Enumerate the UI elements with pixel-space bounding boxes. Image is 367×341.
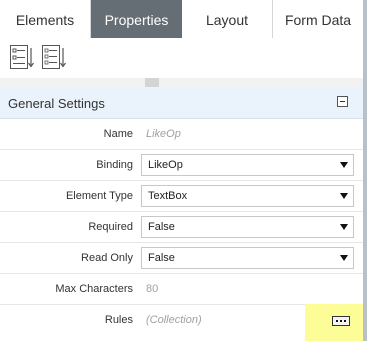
dropdown-arrow-icon <box>340 162 348 168</box>
dropdown-arrow-icon <box>340 193 348 199</box>
property-row-max-characters: Max Characters 80 <box>0 274 363 305</box>
rules-value: (Collection) <box>146 314 202 326</box>
property-row-read-only: Read Only False <box>0 243 363 274</box>
splitter-grip[interactable] <box>145 78 159 87</box>
general-settings-header[interactable]: General Settings <box>0 87 363 119</box>
property-row-element-type: Element Type TextBox <box>0 181 363 212</box>
tab-layout[interactable]: Layout <box>182 0 273 38</box>
select-value: False <box>148 221 175 233</box>
property-toolbar <box>0 38 363 78</box>
select-value: False <box>148 252 175 264</box>
panel-border <box>363 0 367 341</box>
required-select[interactable]: False <box>141 216 354 238</box>
property-label: Read Only <box>81 252 133 264</box>
property-row-name: Name LikeOp <box>0 119 363 150</box>
rules-ellipsis-button[interactable] <box>332 316 350 326</box>
element-type-select[interactable]: TextBox <box>141 185 354 207</box>
dropdown-arrow-icon <box>340 224 348 230</box>
property-label: Required <box>88 221 133 233</box>
ellipsis-icon <box>340 320 342 322</box>
property-label: Element Type <box>65 190 133 202</box>
tab-form-data[interactable]: Form Data <box>273 0 363 38</box>
collapse-minus-icon[interactable] <box>337 96 348 107</box>
categorized-view-icon <box>10 45 34 69</box>
dropdown-arrow-icon <box>340 255 348 261</box>
section-title: General Settings <box>8 96 105 111</box>
property-label: Max Characters <box>55 283 133 295</box>
binding-select[interactable]: LikeOp <box>141 154 354 176</box>
select-value: LikeOp <box>148 159 183 171</box>
property-label: Binding <box>96 159 133 171</box>
panel-splitter[interactable] <box>0 78 363 87</box>
property-row-required: Required False <box>0 212 363 243</box>
tab-bar: Elements Properties Layout Form Data <box>0 0 363 39</box>
tab-elements[interactable]: Elements <box>0 0 91 38</box>
alphabetical-sort-icon <box>42 45 66 69</box>
property-label: Rules <box>104 314 133 326</box>
alphabetical-sort-button[interactable] <box>42 45 66 71</box>
tab-properties[interactable]: Properties <box>91 0 182 38</box>
name-value[interactable]: LikeOp <box>146 128 181 140</box>
categorized-view-button[interactable] <box>10 45 34 71</box>
max-characters-value[interactable]: 80 <box>146 283 158 295</box>
property-label: Name <box>103 128 133 140</box>
select-value: TextBox <box>148 190 188 202</box>
property-row-binding: Binding LikeOp <box>0 150 363 181</box>
property-row-rules: Rules (Collection) <box>0 305 363 336</box>
ellipsis-icon <box>336 320 338 322</box>
read-only-select[interactable]: False <box>141 247 354 269</box>
ellipsis-icon <box>344 320 346 322</box>
